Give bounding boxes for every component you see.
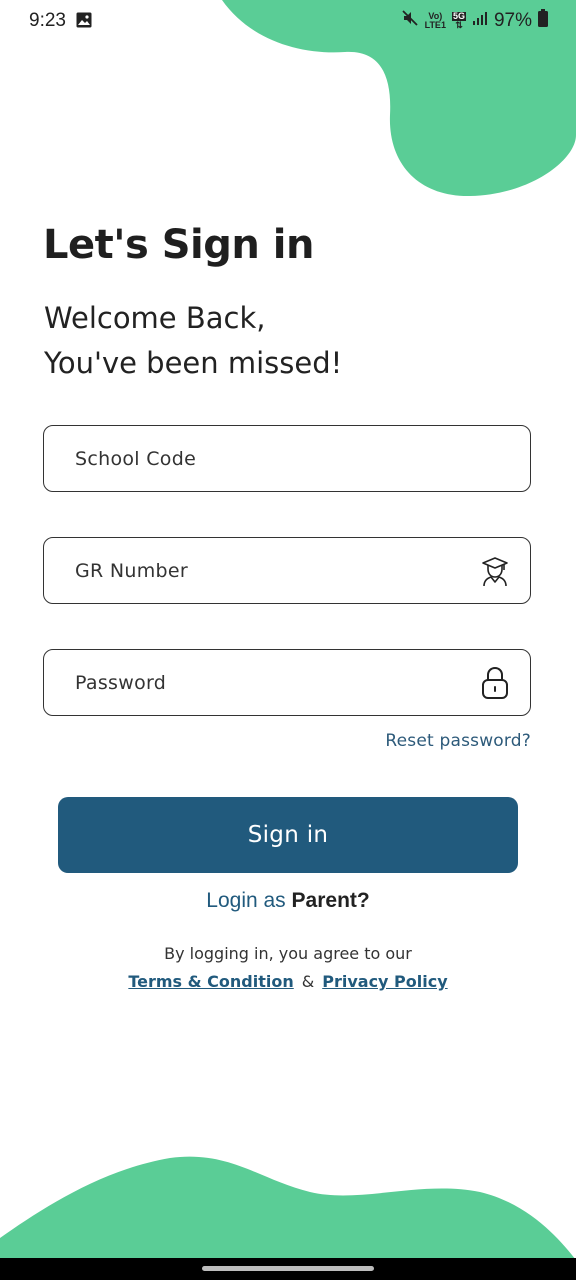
school-code-input[interactable]	[73, 446, 512, 471]
legal-links: Terms & Condition & Privacy Policy	[0, 972, 576, 991]
status-indicators: Vo) LTE1 5G ⇅ 97%	[401, 9, 548, 33]
network-type-label: 5G ⇅	[451, 11, 466, 30]
subtitle-line-2: You've been missed!	[44, 346, 343, 380]
system-navigation-bar	[0, 1258, 576, 1280]
page-title: Let's Sign in	[43, 222, 314, 268]
privacy-policy-link[interactable]: Privacy Policy	[322, 972, 447, 991]
subtitle-line-1: Welcome Back,	[44, 301, 266, 335]
student-icon	[478, 554, 512, 588]
welcome-subtitle: Welcome Back, You've been missed!	[44, 296, 342, 386]
sign-in-button[interactable]: Sign in	[58, 797, 518, 873]
gr-number-field[interactable]	[43, 537, 531, 604]
network-volte-label: Vo) LTE1	[424, 11, 446, 30]
parent-label[interactable]: Parent?	[292, 889, 370, 912]
login-as-prefix: Login as	[206, 889, 286, 912]
home-gesture-handle[interactable]	[202, 1266, 374, 1271]
bottom-decoration-blob	[0, 1156, 576, 1260]
status-time: 9:23	[29, 10, 66, 31]
gr-number-input[interactable]	[73, 558, 478, 583]
school-code-field[interactable]	[43, 425, 531, 492]
mute-icon	[401, 9, 419, 33]
lock-icon	[478, 666, 512, 700]
password-input[interactable]	[73, 670, 478, 695]
gallery-notification-icon	[76, 12, 92, 34]
ampersand: &	[301, 972, 315, 991]
battery-percent: 97%	[493, 10, 532, 31]
signal-icon	[472, 10, 488, 32]
password-field[interactable]	[43, 649, 531, 716]
terms-link[interactable]: Terms & Condition	[128, 972, 293, 991]
reset-password-link[interactable]: Reset password?	[385, 731, 531, 751]
agreement-text: By logging in, you agree to our	[164, 944, 412, 963]
battery-icon	[538, 9, 548, 33]
status-bar: 9:23 Vo) LTE1 5G ⇅ 97%	[0, 0, 576, 42]
login-as-parent-link[interactable]: Login as Parent?	[0, 889, 576, 913]
